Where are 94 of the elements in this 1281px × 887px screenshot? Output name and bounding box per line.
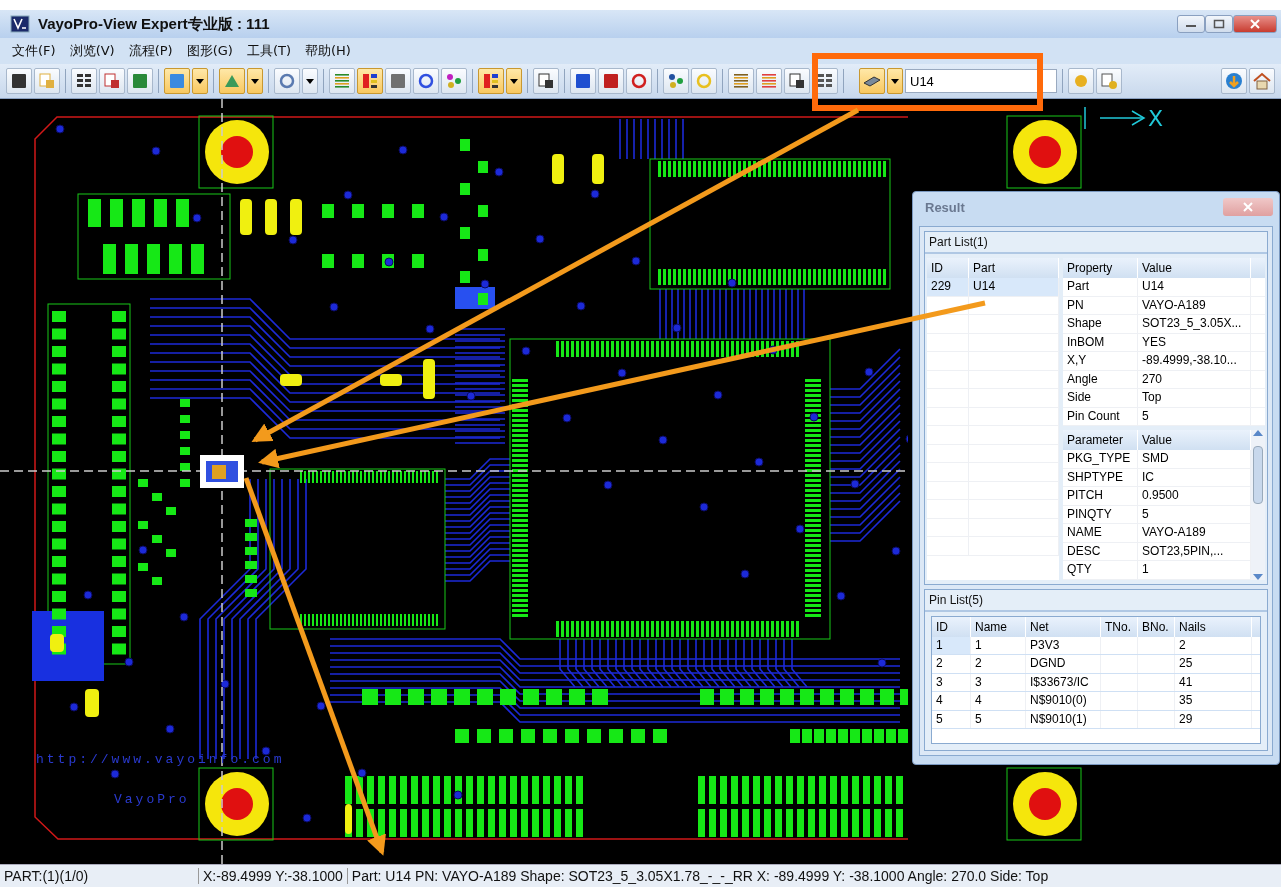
- grid-icon[interactable]: [71, 68, 97, 94]
- table-cell: 35: [1175, 692, 1252, 710]
- table-cell: DGND: [1026, 655, 1101, 673]
- table-row[interactable]: 1 1 P3V3 2: [932, 636, 1260, 655]
- table-cell: N$9010(0): [1026, 692, 1101, 710]
- table-cell: N$9010(1): [1026, 710, 1101, 728]
- table-cell: U14: [969, 278, 1059, 296]
- minimize-button[interactable]: [1177, 15, 1205, 33]
- table-cell: 29: [1175, 710, 1252, 728]
- dots-icon[interactable]: [441, 68, 467, 94]
- menu-item[interactable]: 工具(T): [246, 42, 291, 60]
- app-logo-icon: [10, 15, 30, 33]
- table-cell: I$33673/IC: [1026, 673, 1101, 691]
- table-row[interactable]: 229 U14: [927, 278, 1059, 297]
- table-cell: 41: [1175, 673, 1252, 691]
- table-cell: InBOM: [1063, 333, 1138, 351]
- save-icon[interactable]: [6, 68, 32, 94]
- table-cell: 229: [927, 278, 970, 296]
- window-title: Result: [925, 199, 965, 215]
- table-cell: U14: [1138, 278, 1251, 296]
- column-header[interactable]: Parameter: [1063, 430, 1138, 450]
- column-header[interactable]: TNo.: [1101, 616, 1138, 637]
- table-cell: NAME: [1063, 524, 1138, 542]
- scroll-up-arrow-icon[interactable]: [1253, 430, 1263, 436]
- table-cell: DESC: [1063, 542, 1138, 560]
- selected-part-marker: [200, 455, 244, 488]
- column-header[interactable]: Nails: [1175, 616, 1252, 637]
- axis-label: X: [1148, 106, 1164, 131]
- status-text: X:-89.4999 Y:-38.1000: [199, 868, 348, 884]
- window-title: VayoPro-View Expert专业版 : 111: [38, 14, 270, 34]
- color-bars-icon[interactable]: [357, 68, 383, 94]
- close-icon: [1242, 202, 1254, 212]
- menu-item[interactable]: 流程(P): [128, 42, 173, 60]
- table-row[interactable]: 5 5 N$9010(1) 29: [932, 710, 1260, 729]
- table-cell: 5: [971, 710, 1026, 728]
- group-title: Pin List(5): [925, 589, 1267, 612]
- table-cell: PINQTY: [1063, 505, 1138, 523]
- table-row[interactable]: 2 2 DGND 25: [932, 655, 1260, 674]
- table-cell: 5: [1138, 407, 1251, 425]
- table-cell: 2: [932, 655, 971, 673]
- column-header[interactable]: BNo.: [1138, 616, 1175, 637]
- menu-item[interactable]: 图形(G): [186, 42, 233, 60]
- column-header[interactable]: Net: [1026, 616, 1101, 637]
- table-cell: P3V3: [1026, 636, 1101, 654]
- table-cell: SHPTYPE: [1063, 468, 1138, 486]
- globe-icon[interactable]: [1221, 68, 1247, 94]
- table-cell: Side: [1063, 389, 1138, 407]
- column-header[interactable]: ID: [932, 616, 971, 637]
- table-cell: Part: [1063, 278, 1138, 296]
- table-cell: Shape: [1063, 315, 1138, 333]
- table-row[interactable]: 4 4 N$9010(0) 35: [932, 692, 1260, 711]
- scrollbar[interactable]: [1251, 430, 1265, 580]
- menu-item[interactable]: 文件(F): [12, 42, 56, 60]
- lines-icon[interactable]: [329, 68, 355, 94]
- group-title: Part List(1): [925, 232, 1267, 254]
- table-cell: Angle: [1063, 370, 1138, 388]
- table-cell: 2: [1175, 636, 1252, 654]
- table-cell: 3: [971, 673, 1026, 691]
- table-cell: Pin Count: [1063, 407, 1138, 425]
- scroll-down-arrow-icon[interactable]: [1253, 573, 1263, 580]
- table-cell: PITCH: [1063, 487, 1138, 505]
- column-header[interactable]: Property: [1063, 258, 1138, 278]
- part-search-field[interactable]: U14: [905, 69, 1057, 93]
- table-cell: 5: [932, 710, 971, 728]
- maximize-button[interactable]: [1205, 15, 1233, 33]
- table-cell: 4: [971, 692, 1026, 710]
- close-icon: [1249, 19, 1261, 29]
- status-text: Part: U14 PN: VAYO-A189 Shape: SOT23_5_3.05X1.78_-_-_RR X: -89.4999 Y: -38.1000 Angle: 270.0 Side: Top: [350, 868, 1050, 884]
- axis-arrow: [1084, 106, 1146, 130]
- table-cell: PN: [1063, 296, 1138, 314]
- board-brand-text: VayoPro: [114, 792, 190, 807]
- table-cell: PKG_TYPE: [1063, 450, 1138, 468]
- table-cell: 2: [971, 655, 1026, 673]
- status-text: PART:(1)(1/0): [0, 868, 199, 884]
- menu-item[interactable]: 帮助(H): [304, 42, 351, 60]
- table-cell: 4: [932, 692, 971, 710]
- column-header[interactable]: Name: [971, 616, 1026, 637]
- table-cell: VAYO-A189: [1138, 296, 1251, 314]
- table-cell: X,Y: [1063, 352, 1138, 370]
- table-cell: YES: [1138, 333, 1251, 351]
- table-row[interactable]: 3 3 I$33673/IC 41: [932, 673, 1260, 692]
- table-cell: SOT23_5_3.05X...: [1138, 315, 1251, 333]
- table-cell: 25: [1175, 655, 1252, 673]
- table-cell: 1: [971, 636, 1026, 654]
- table-cell: 3: [932, 673, 971, 691]
- table-cell: 270: [1138, 370, 1251, 388]
- close-button[interactable]: [1233, 15, 1277, 33]
- table-cell: Top: [1138, 389, 1251, 407]
- home-icon[interactable]: [1249, 68, 1275, 94]
- table-cell: QTY: [1063, 561, 1138, 579]
- maximize-icon: [1213, 19, 1225, 29]
- menu-item[interactable]: 浏览(V): [69, 42, 115, 60]
- column-header[interactable]: Value: [1138, 258, 1251, 278]
- table-cell: -89.4999,-38.10...: [1138, 352, 1251, 370]
